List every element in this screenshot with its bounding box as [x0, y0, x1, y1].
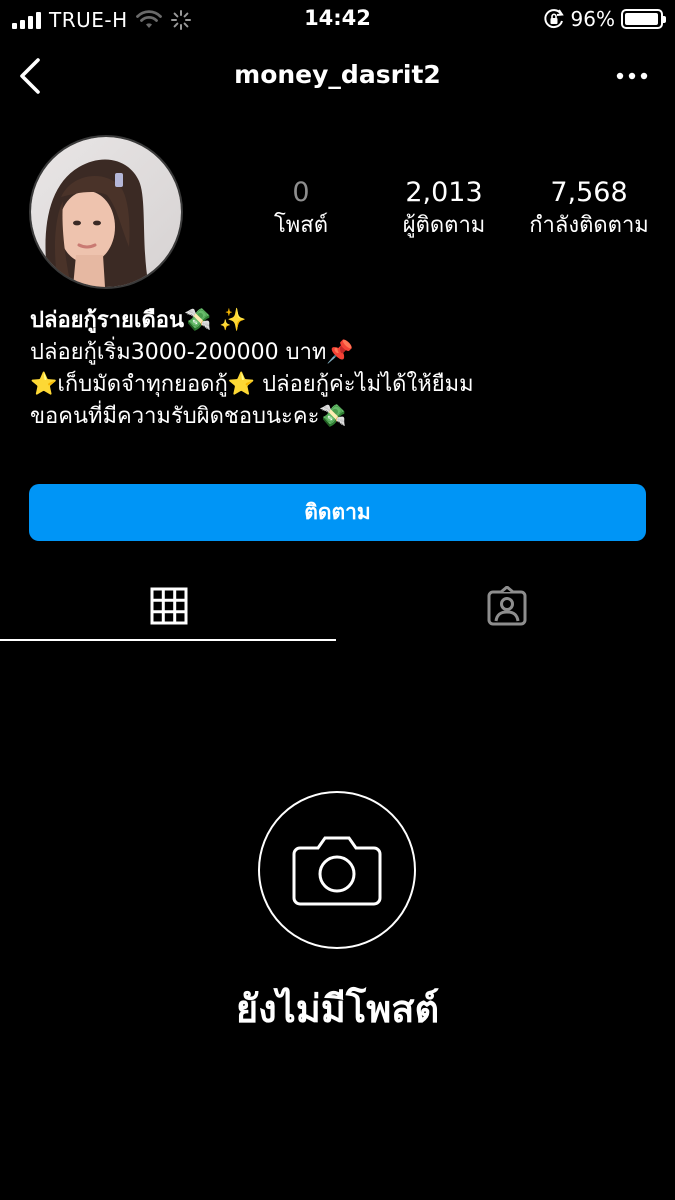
battery-fill — [625, 13, 658, 25]
following-count: 7,568 — [550, 177, 628, 208]
empty-state-circle — [258, 791, 416, 949]
stat-following[interactable]: 7,568 กำลังติดตาม — [514, 176, 664, 242]
following-label: กำลังติดตาม — [529, 213, 649, 238]
follow-button[interactable]: ติดตาม — [29, 484, 646, 541]
profile-tabs — [0, 570, 675, 642]
bio-line: ขอคนที่มีความรับผิดชอบนะคะ💸 — [30, 404, 347, 429]
username-title: money_dasrit2 — [234, 60, 441, 89]
battery-icon — [621, 9, 666, 29]
active-tab-indicator — [0, 639, 336, 641]
stat-followers[interactable]: 2,013 ผู้ติดตาม — [384, 176, 504, 242]
profile-stats: 0 โพสต์ 2,013 ผู้ติดตาม 7,568 กำลังติดตา… — [240, 176, 670, 246]
tab-tagged[interactable] — [338, 570, 675, 642]
bio-line: ⭐เก็บมัดจำทุกยอดกู้⭐ ปล่อยกู้ค่ะไม่ได้ให… — [30, 372, 474, 397]
status-bar: TRUE-H 14:42 96% — [0, 0, 675, 38]
profile-bio: ปล่อยกู้รายเดือน💸 ✨ ปล่อยกู้เริ่ม3000-20… — [30, 305, 650, 433]
bio-name: ปล่อยกู้รายเดือน💸 ✨ — [30, 308, 247, 333]
orientation-lock-icon — [543, 9, 564, 29]
posts-count: 0 — [292, 177, 310, 208]
tab-posts-grid[interactable] — [0, 570, 337, 642]
profile-avatar[interactable] — [29, 135, 183, 289]
tagged-person-icon — [487, 586, 526, 626]
followers-label: ผู้ติดตาม — [402, 213, 486, 238]
posts-label: โพสต์ — [273, 213, 329, 238]
battery-percent: 96% — [570, 7, 615, 31]
followers-count: 2,013 — [405, 177, 483, 208]
more-horizontal-icon — [616, 72, 648, 80]
grid-icon — [150, 587, 187, 625]
more-options-button[interactable] — [609, 56, 655, 96]
camera-icon — [292, 836, 382, 906]
status-right: 96% — [543, 7, 666, 31]
bio-line: ปล่อยกู้เริ่ม3000-200000 บาท📌 — [30, 340, 354, 365]
empty-state-text: ยังไม่มีโพสต์ — [235, 987, 440, 1031]
profile-screen: TRUE-H 14:42 96% money_dasrit2 0 โพสต์ 2… — [0, 0, 675, 1200]
stat-posts[interactable]: 0 โพสต์ — [240, 176, 362, 242]
nav-bar: money_dasrit2 — [0, 50, 675, 102]
